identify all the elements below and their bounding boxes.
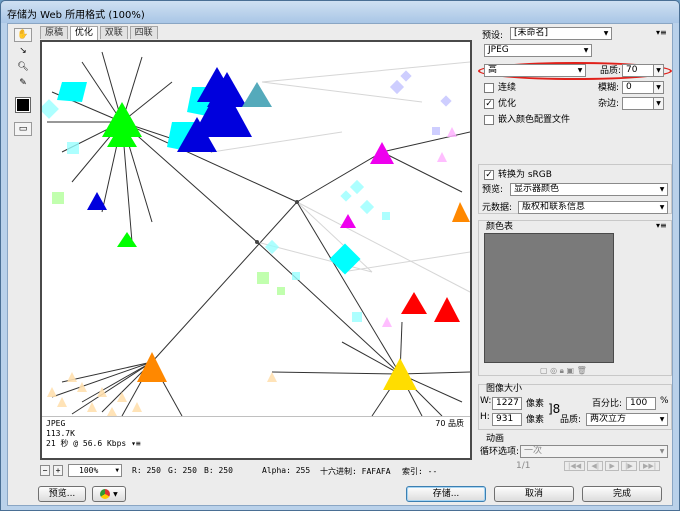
preset-label: 预设: (482, 31, 504, 41)
lock-color-icon[interactable]: 🔒︎ (560, 366, 564, 375)
window-title: 存储为 Web 所用格式 (100%) (7, 10, 145, 21)
optimized-checkbox[interactable]: ✓ (484, 99, 494, 109)
constrain-proportions-icon[interactable]: ]8 (548, 402, 560, 416)
info-quality: 70 品质 (435, 419, 464, 428)
width-unit: 像素 (526, 399, 545, 409)
prev-frame-icon[interactable]: ◀| (587, 461, 604, 471)
browser-icon (100, 488, 111, 499)
progressive-label: 连续 (498, 83, 517, 93)
color-table[interactable] (484, 233, 614, 363)
preview-info: JPEG 113.7K 21 秒 @ 56.6 Kbps ▾≡ 70 品质 (42, 416, 470, 458)
embed-profile-label: 嵌入颜色配置文件 (498, 115, 571, 125)
toggle-slices-icon[interactable]: ▭ (14, 122, 32, 136)
hex-value: 十六进制: FAFAFA (320, 467, 391, 476)
color-table-menu-icon[interactable]: ▾≡ (656, 221, 667, 230)
web-shift-icon[interactable]: ◎ (550, 366, 557, 375)
image-preview[interactable]: JPEG 113.7K 21 秒 @ 56.6 Kbps ▾≡ 70 品质 (40, 40, 472, 460)
info-download-time: 21 秒 @ 56.6 Kbps ▾≡ (46, 439, 141, 448)
tab-original[interactable]: 原稿 (40, 26, 69, 39)
chevron-down-icon: ▼ (113, 491, 118, 498)
browser-select[interactable]: ▼ (92, 486, 126, 502)
network-graph-image (42, 42, 470, 416)
first-frame-icon[interactable]: |◀◀ (564, 461, 586, 471)
loop-select[interactable]: 一次 ▼ (520, 445, 668, 458)
tab-optimized[interactable]: 优化 (69, 26, 98, 40)
download-menu-icon[interactable]: ▾≡ (131, 439, 141, 448)
status-bar: − + 100% ▼ R: 250 G: 250 B: 250 Alpha: 25… (40, 464, 472, 478)
resample-label: 品质: (560, 415, 582, 425)
eyedropper-color-swatch[interactable] (15, 97, 31, 113)
index-value: 索引: -- (402, 467, 438, 476)
animation-title: 动画 (486, 434, 505, 444)
delete-color-icon[interactable]: 🗑︎ (577, 366, 587, 375)
preview-color-select[interactable]: 显示器颜色 ▼ (510, 183, 668, 196)
info-format: JPEG (46, 419, 66, 428)
convert-srgb-checkbox[interactable]: ✓ (484, 170, 494, 180)
tab-4up[interactable]: 四联 (129, 26, 158, 39)
percent-input[interactable]: 100 (626, 397, 656, 410)
save-for-web-dialog: 存储为 Web 所用格式 (100%) ✋ ↘ 🔍︎ ✎ ▭ 原稿 优化 双联 … (0, 0, 680, 511)
frame-counter: 1/1 (516, 461, 531, 471)
cancel-button[interactable]: 取消 (494, 486, 574, 502)
view-tabs: 原稿 优化 双联 四联 (40, 26, 158, 40)
matte-label: 杂边: (598, 99, 620, 109)
zoom-icon[interactable]: 🔍︎ (14, 60, 32, 74)
preview-canvas[interactable] (42, 42, 470, 416)
blur-input[interactable]: 0 ▼ (622, 81, 664, 94)
animation-controls: |◀◀ ◀| ▶ |▶ ▶▶| (564, 461, 661, 471)
height-unit: 像素 (526, 415, 545, 425)
toolbox: ✋ ↘ 🔍︎ ✎ ▭ (10, 26, 36, 138)
map-color-icon[interactable]: ▢ (540, 366, 548, 375)
width-label: W: (480, 396, 492, 406)
zoom-in-button[interactable]: + (53, 465, 63, 476)
optimized-label: 优化 (498, 99, 517, 109)
embed-profile-checkbox[interactable] (484, 115, 494, 125)
progressive-checkbox[interactable] (484, 83, 494, 93)
metadata-label: 元数据: (482, 203, 513, 213)
percent-unit: % (660, 396, 669, 406)
preset-select[interactable]: [未命名] ▼ (510, 27, 612, 40)
blue-value: B: 250 (204, 466, 233, 475)
convert-srgb-label: 转换为 sRGB (498, 170, 552, 180)
loop-label: 循环选项: (480, 447, 520, 457)
tab-2up[interactable]: 双联 (99, 26, 128, 39)
resample-select[interactable]: 两次立方 ▼ (586, 413, 668, 426)
optimize-menu-icon[interactable]: ▾≡ (656, 28, 667, 37)
format-select[interactable]: JPEG ▼ (484, 44, 592, 57)
slice-select-icon[interactable]: ↘ (14, 44, 32, 58)
last-frame-icon[interactable]: ▶▶| (638, 461, 661, 471)
color-table-title: 颜色表 (486, 222, 514, 232)
matte-select[interactable]: ▼ (622, 97, 664, 110)
quality-label: 品质: (600, 66, 622, 76)
done-button[interactable]: 完成 (582, 486, 662, 502)
quality-input[interactable]: 70 ▼ (622, 64, 664, 77)
dialog-buttons: 预览... ▼ 存储... 取消 完成 (8, 482, 672, 506)
hand-icon[interactable]: ✋ (14, 28, 32, 42)
metadata-select[interactable]: 版权和联系信息 ▼ (518, 201, 668, 214)
percent-label: 百分比: (592, 399, 623, 409)
preview-button[interactable]: 预览... (38, 486, 86, 502)
dialog-client: ✋ ↘ 🔍︎ ✎ ▭ 原稿 优化 双联 四联 JPEG 113.7K 21 秒 … (7, 23, 673, 506)
zoom-level-select[interactable]: 100% ▼ (68, 464, 122, 477)
alpha-value: Alpha: 255 (262, 466, 311, 475)
green-value: G: 250 (168, 466, 197, 475)
new-color-icon[interactable]: ▣ (566, 366, 574, 375)
info-filesize: 113.7K (46, 429, 75, 438)
quality-preset-select[interactable]: 高 ▼ (484, 64, 586, 77)
blur-label: 模糊: (598, 83, 620, 93)
optimize-settings-panel: 预设: [未命名] ▼ ▾≡ JPEG ▼ 高 ▼ 品质: 70 ▼ 连续 模糊: 0 ▼… (474, 24, 674, 482)
height-input[interactable]: 931 (492, 413, 522, 426)
play-icon[interactable]: ▶ (605, 461, 619, 471)
preview-color-label: 预览: (482, 185, 504, 195)
image-size-title: 图像大小 (486, 384, 523, 394)
title-bar: 存储为 Web 所用格式 (100%) (1, 1, 679, 23)
red-value: R: 250 (132, 466, 161, 475)
height-label: H: (480, 412, 490, 422)
next-frame-icon[interactable]: |▶ (620, 461, 637, 471)
width-input[interactable]: 1227 (492, 397, 522, 410)
save-button[interactable]: 存储... (406, 486, 486, 502)
color-table-tools: ▢ ◎ 🔒︎ ▣ 🗑︎ (540, 366, 587, 376)
zoom-out-button[interactable]: − (40, 465, 50, 476)
eyedropper-icon[interactable]: ✎ (14, 76, 32, 90)
